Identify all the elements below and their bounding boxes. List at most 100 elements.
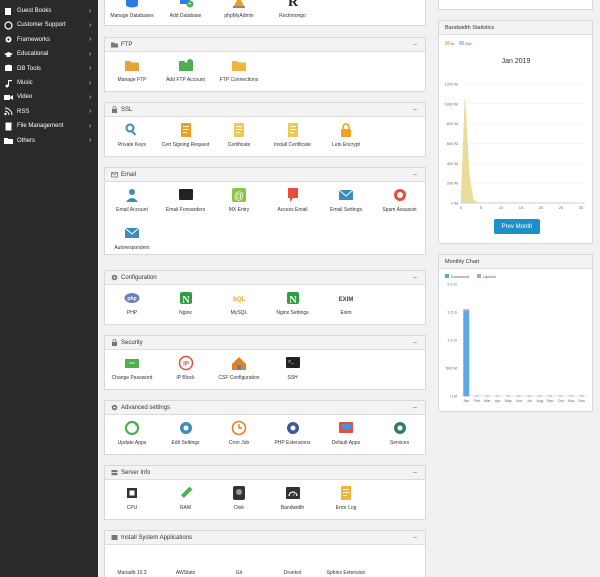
- tile-rockmongo[interactable]: R Rockmongo: [266, 0, 320, 25]
- collapse-icon[interactable]: –: [411, 274, 419, 281]
- access-email-icon: [285, 187, 301, 203]
- tile-install-certificate[interactable]: Install Certificate: [266, 118, 320, 154]
- section-header[interactable]: Advanced settings –: [105, 401, 425, 415]
- tile-services[interactable]: Services: [373, 416, 427, 452]
- framework-icon: [4, 36, 13, 44]
- manage-ftp-icon: [124, 57, 140, 73]
- prev-month-button[interactable]: Prev Month: [494, 219, 540, 234]
- section-title: Email: [121, 171, 137, 178]
- tile-error-log[interactable]: Error Log: [319, 481, 373, 517]
- tile-ssh[interactable]: >_ SSH: [266, 351, 320, 387]
- tile-update-apps[interactable]: Update Apps: [105, 416, 159, 452]
- tile-email-settings[interactable]: Email Settings: [319, 183, 373, 219]
- x-tick-label: Dec: [578, 399, 585, 403]
- section-header[interactable]: FTP –: [105, 38, 425, 52]
- php-extensions-icon: [285, 420, 301, 436]
- tile-ftp-connections[interactable]: FTP Connections: [212, 53, 266, 89]
- sidebar-item-customer-support[interactable]: Customer Support ›: [0, 18, 98, 32]
- tile-phpmyadmin[interactable]: phpMyAdmin: [212, 0, 266, 25]
- section-header[interactable]: Security –: [105, 336, 425, 350]
- private-keys-icon: [124, 122, 140, 138]
- tile-default-apps[interactable]: Default Apps: [319, 416, 373, 452]
- y-tick-label: 1200 M: [445, 82, 458, 87]
- tile-add-ftp-account[interactable]: Add FTP Account: [159, 53, 213, 89]
- collapse-icon[interactable]: –: [411, 469, 419, 476]
- sidebar-item-music[interactable]: Music ›: [0, 76, 98, 90]
- collapse-icon[interactable]: –: [411, 404, 419, 411]
- tile-change-password[interactable]: *** Change Password: [105, 351, 159, 387]
- tile-cert-signing-request[interactable]: Cert Signing Request: [159, 118, 213, 154]
- tile-certificate[interactable]: Certificate: [212, 118, 266, 154]
- envelope-icon: [111, 171, 118, 178]
- section-header[interactable]: Install System Applications –: [105, 531, 425, 545]
- tile-lets-encrypt[interactable]: Lets Encrypt: [319, 118, 373, 154]
- tile-add-database[interactable]: + Add Database: [159, 0, 213, 25]
- area-series-in: [460, 98, 585, 204]
- collapse-icon[interactable]: –: [411, 41, 419, 48]
- tile-cpu[interactable]: CPU: [105, 481, 159, 517]
- tile-git[interactable]: Git: [212, 546, 266, 577]
- lock-icon: [111, 106, 118, 113]
- sidebar-item-video[interactable]: Video ›: [0, 90, 98, 104]
- top-right-box: [438, 0, 593, 10]
- cron-job-icon: [231, 420, 247, 436]
- sidebar-item-file-management[interactable]: File Management ›: [0, 119, 98, 133]
- section-header[interactable]: Email –: [105, 168, 425, 182]
- tile-manage-databases[interactable]: Manage Databases: [105, 0, 159, 25]
- section-header[interactable]: Server Info –: [105, 466, 425, 480]
- section-configuration: Configuration – php PHP N Nginx SQL MySQL N Nginx…: [104, 270, 426, 325]
- section-header[interactable]: SSL –: [105, 103, 425, 117]
- sidebar-item-educational[interactable]: Educational ›: [0, 47, 98, 61]
- section-header[interactable]: Configuration –: [105, 271, 425, 285]
- tile-label: Bandwidth: [280, 505, 305, 511]
- gear-icon: [111, 404, 118, 411]
- tile-bandwidth[interactable]: Bandwidth: [266, 481, 320, 517]
- support-icon: [4, 21, 13, 30]
- sidebar-item-frameworks[interactable]: Frameworks ›: [0, 33, 98, 47]
- mariadb-icon: [124, 550, 140, 566]
- tile-mx-entry[interactable]: @ MX Entry: [212, 183, 266, 219]
- edit-settings-icon: [178, 420, 194, 436]
- tile-drunkot[interactable]: Drunkot: [266, 546, 320, 577]
- collapse-icon[interactable]: –: [411, 171, 419, 178]
- sidebar-item-guest-books[interactable]: Guest Books ›: [0, 4, 98, 18]
- tile-php-extensions[interactable]: PHP Extensions: [266, 416, 320, 452]
- tile-label: Change Password: [111, 375, 153, 381]
- sidebar-item-others[interactable]: Others ›: [0, 134, 98, 148]
- chevron-right-icon: ›: [89, 137, 92, 145]
- tile-exim[interactable]: EXIM Exim: [319, 286, 373, 322]
- tile-manage-ftp[interactable]: Manage FTP: [105, 53, 159, 89]
- tile-mariadb-10-3[interactable]: Mariadb 10.3: [105, 546, 159, 577]
- tile-access-email[interactable]: Access Email: [266, 183, 320, 219]
- tile-autoresponders[interactable]: Autoresponders: [105, 221, 159, 257]
- sidebar-item-rss[interactable]: RSS ›: [0, 105, 98, 119]
- tile-mysql[interactable]: SQL MySQL: [212, 286, 266, 322]
- bandwidth-chart: In Out Jan 2019 0 M 200 M 400 M 600 M 800 M 1000…: [445, 41, 585, 210]
- sidebar-item-db-tools[interactable]: DB Tools ›: [0, 62, 98, 76]
- tile-email-forwarders[interactable]: Email Forwarders: [159, 183, 213, 219]
- tile-private-keys[interactable]: Private Keys: [105, 118, 159, 154]
- tile-awstats[interactable]: AWStats: [159, 546, 213, 577]
- tile-nginx-settings[interactable]: N Nginx Settings: [266, 286, 320, 322]
- tile-nginx[interactable]: N Nginx: [159, 286, 213, 322]
- tile-disk[interactable]: Disk: [212, 481, 266, 517]
- tile-csf-configuration[interactable]: CSF Configuration: [212, 351, 266, 387]
- tile-ram[interactable]: RAM: [159, 481, 213, 517]
- tile-email-account[interactable]: Email Account: [105, 183, 159, 219]
- tile-sphinx-extension[interactable]: Sphinx Extension: [319, 546, 373, 577]
- collapse-icon[interactable]: –: [411, 339, 419, 346]
- cpu-icon: [124, 485, 140, 501]
- y-tick-label: 1.0 G: [447, 338, 457, 343]
- tile-ip-block[interactable]: IP IP Block: [159, 351, 213, 387]
- chevron-right-icon: ›: [89, 21, 92, 29]
- collapse-icon[interactable]: –: [411, 534, 419, 541]
- tile-edit-settings[interactable]: Edit Settings: [159, 416, 213, 452]
- tile-spam-assassin[interactable]: Spam Assassin: [373, 183, 427, 219]
- tile-label: MySQL: [230, 310, 248, 316]
- svg-text:+: +: [188, 2, 192, 8]
- collapse-icon[interactable]: –: [411, 106, 419, 113]
- database-icon: [4, 64, 13, 73]
- tile-php[interactable]: php PHP: [105, 286, 159, 322]
- tile-cron-job[interactable]: Cron Job: [212, 416, 266, 452]
- sidebar-item-label: Educational: [17, 51, 49, 58]
